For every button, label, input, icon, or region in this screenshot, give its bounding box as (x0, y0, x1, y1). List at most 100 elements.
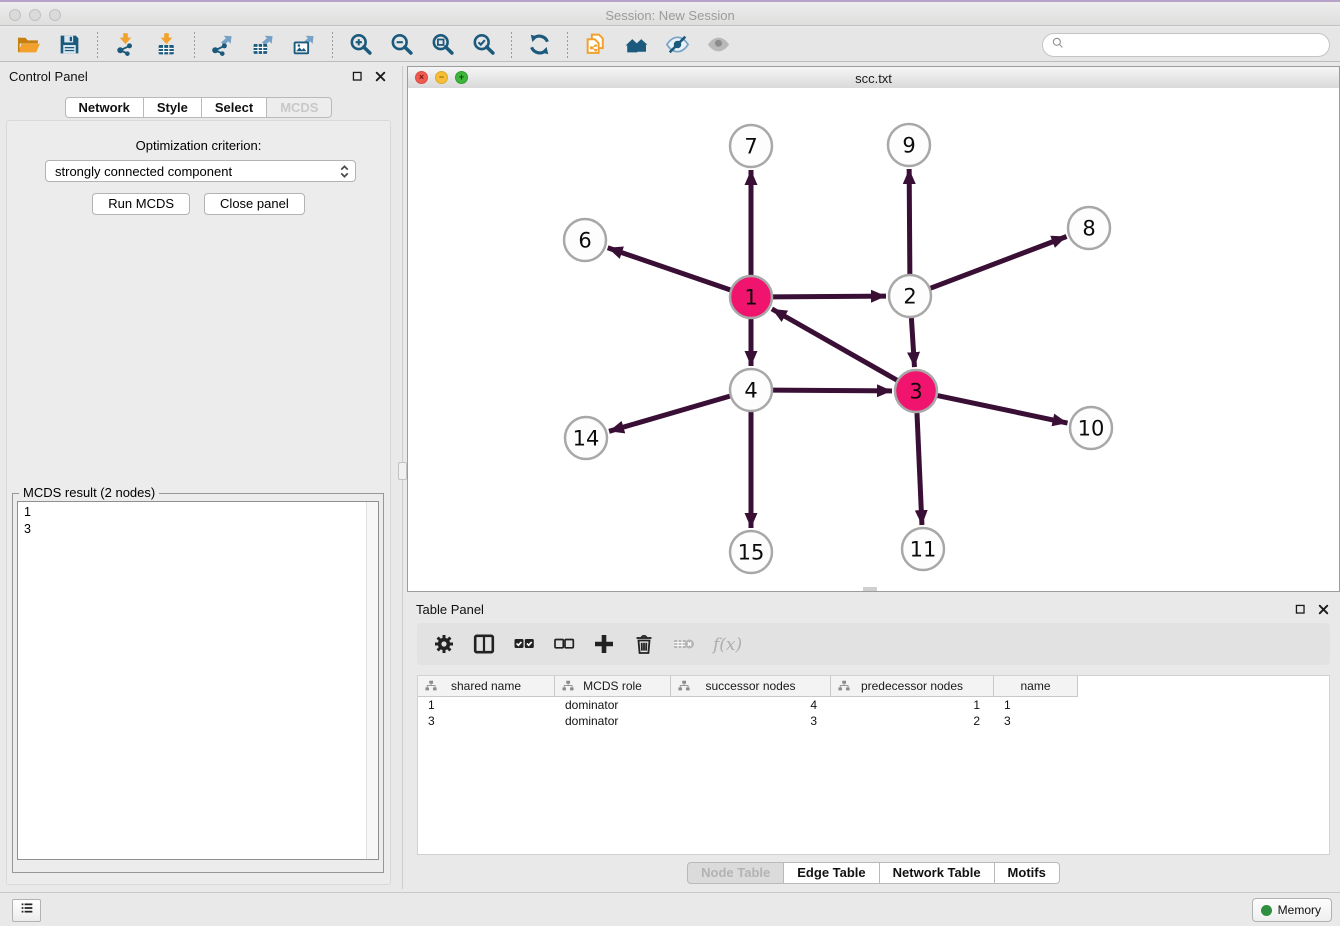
svg-text:10: 10 (1078, 417, 1105, 441)
tab-style[interactable]: Style (144, 97, 202, 118)
table-header: shared nameMCDS role successor nodes prede… (418, 676, 1329, 697)
graph-node-7[interactable]: 7 (730, 125, 772, 167)
column-header-name[interactable]: name (994, 676, 1078, 697)
save-button[interactable] (57, 31, 82, 59)
graph-node-10[interactable]: 10 (1070, 407, 1112, 449)
deselect-all-button[interactable] (552, 631, 576, 657)
export-network-button[interactable] (210, 31, 235, 59)
table-cell[interactable]: 3 (994, 713, 1078, 729)
refresh-button[interactable] (527, 31, 552, 59)
tree-icon (561, 679, 575, 693)
tab-motifs[interactable]: Motifs (995, 862, 1060, 884)
table-panel: Table Panel f(x) shared nameMCDS rolesuc… (407, 597, 1340, 890)
table-cell[interactable]: 2 (831, 713, 994, 729)
zoom-in-icon (348, 32, 373, 57)
criterion-select[interactable]: strongly connected component (45, 160, 356, 182)
folder-open-button[interactable] (16, 31, 41, 59)
criterion-value: strongly connected component (55, 164, 232, 179)
eye-button[interactable] (706, 31, 731, 59)
mcds-result-text[interactable]: 13 (17, 501, 379, 860)
import-table-icon (154, 32, 179, 57)
columns-button[interactable] (472, 631, 496, 657)
export-table-button[interactable] (251, 31, 276, 59)
mcds-scrollbar[interactable] (366, 502, 378, 859)
clone-network-button[interactable] (583, 31, 608, 59)
graph-node-15[interactable]: 15 (730, 531, 772, 573)
list-button[interactable] (12, 899, 41, 922)
column-header-successor-nodes[interactable]: successor nodes (671, 676, 831, 697)
table-cell[interactable]: 1 (418, 697, 555, 713)
export-table-icon (251, 32, 276, 57)
tab-select[interactable]: Select (202, 97, 267, 118)
graph-edge-4-14[interactable] (609, 396, 730, 431)
close-panel-button[interactable]: Close panel (204, 193, 305, 215)
graph-edge-1-2[interactable] (773, 296, 886, 297)
graph-edge-2-9[interactable] (909, 169, 910, 274)
column-label: successor nodes (705, 679, 795, 693)
network-window-titlebar[interactable]: ×−+ scc.txt (408, 67, 1339, 89)
graph-edge-3-10[interactable] (938, 396, 1068, 423)
mcds-result-line: 1 (24, 504, 364, 521)
gear-button[interactable] (432, 631, 456, 657)
eye-slash-icon (665, 32, 690, 57)
memory-button[interactable]: Memory (1252, 898, 1332, 922)
zoom-out-button[interactable] (389, 31, 414, 59)
table-cell[interactable]: 1 (994, 697, 1078, 713)
export-image-button[interactable] (292, 31, 317, 59)
table-cell[interactable]: 1 (831, 697, 994, 713)
fx-button: f(x) (712, 631, 748, 657)
zoom-out-icon (389, 32, 414, 57)
float-button[interactable] (351, 70, 364, 83)
tab-edge-table[interactable]: Edge Table (784, 862, 879, 884)
graph-edge-3-1[interactable] (772, 309, 897, 380)
graph-node-6[interactable]: 6 (564, 219, 606, 261)
column-label: predecessor nodes (861, 679, 963, 693)
search-box[interactable] (1042, 33, 1330, 57)
graph-node-2[interactable]: 2 (889, 275, 931, 317)
import-network-button[interactable] (113, 31, 138, 59)
zoom-selected-button[interactable] (471, 31, 496, 59)
graph-edge-2-3[interactable] (911, 318, 914, 367)
zoom-in-button[interactable] (348, 31, 373, 59)
svg-text:f(x): f(x) (712, 635, 742, 655)
select-all-button[interactable] (512, 631, 536, 657)
graph-edge-4-3[interactable] (773, 390, 892, 391)
tab-mcds[interactable]: MCDS (267, 97, 332, 118)
graph-node-9[interactable]: 9 (888, 124, 930, 166)
graph-node-11[interactable]: 11 (902, 528, 944, 570)
table-cell[interactable]: 4 (671, 697, 831, 713)
svg-text:15: 15 (738, 541, 765, 565)
graph-edge-2-8[interactable] (931, 237, 1067, 289)
close-button[interactable] (374, 70, 387, 83)
trash-button[interactable] (632, 631, 656, 657)
graph-edge-1-6[interactable] (608, 248, 730, 290)
import-table-button[interactable] (154, 31, 179, 59)
table-cell[interactable]: 3 (671, 713, 831, 729)
column-header-predecessor-nodes[interactable]: predecessor nodes (831, 676, 994, 697)
column-header-mcds-role[interactable]: MCDS role (555, 676, 671, 697)
graph-node-4[interactable]: 4 (730, 369, 772, 411)
table-cell[interactable]: dominator (555, 697, 671, 713)
network-canvas[interactable]: 7 9 6 8 1 2 4 3 14 10 15 11 (408, 88, 1339, 591)
graph-edge-3-11[interactable] (917, 413, 922, 525)
table-cell[interactable]: dominator (555, 713, 671, 729)
plus-button[interactable] (592, 631, 616, 657)
tab-network[interactable]: Network (65, 97, 144, 118)
splitter-handle[interactable] (398, 462, 407, 480)
float-button[interactable] (1294, 603, 1307, 616)
run-mcds-button[interactable]: Run MCDS (92, 193, 190, 215)
eye-slash-button[interactable] (665, 31, 690, 59)
table-cell[interactable]: 3 (418, 713, 555, 729)
resize-handle[interactable] (863, 587, 877, 591)
tab-network-table[interactable]: Network Table (880, 862, 995, 884)
graph-node-8[interactable]: 8 (1068, 207, 1110, 249)
houses-button[interactable] (624, 31, 649, 59)
search-input[interactable] (1069, 35, 1329, 55)
zoom-fit-button[interactable] (430, 31, 455, 59)
column-header-shared-name[interactable]: shared name (418, 676, 555, 697)
graph-node-14[interactable]: 14 (565, 417, 607, 459)
tab-node-table[interactable]: Node Table (687, 862, 784, 884)
graph-node-1[interactable]: 1 (730, 276, 772, 318)
graph-node-3[interactable]: 3 (895, 370, 937, 412)
close-button[interactable] (1317, 603, 1330, 616)
